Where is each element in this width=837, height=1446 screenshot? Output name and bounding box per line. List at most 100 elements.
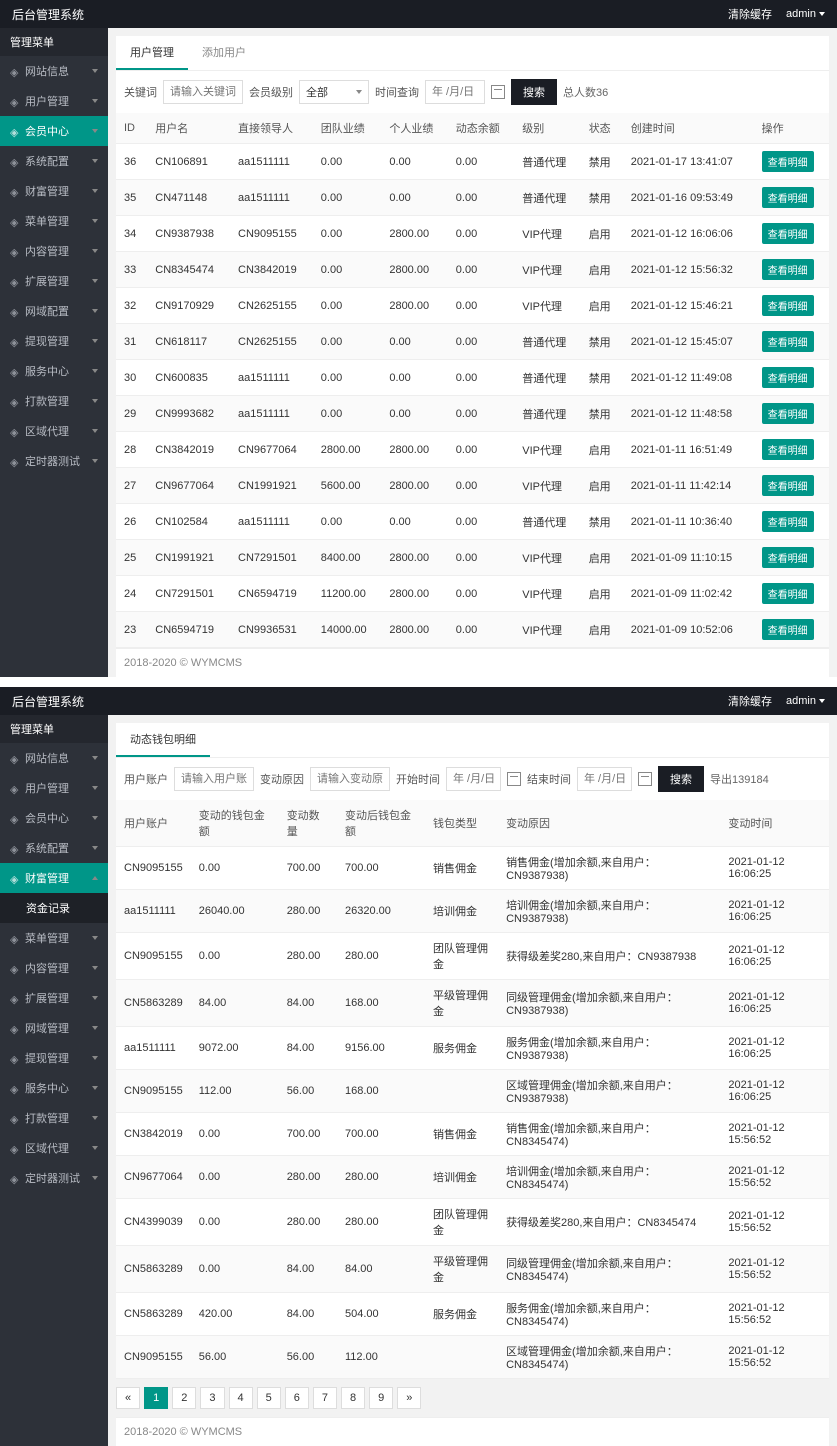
sidebar-item[interactable]: ◈内容管理 xyxy=(0,953,108,983)
view-detail-button[interactable]: 查看明细 xyxy=(762,439,814,460)
cell: 2021-01-12 15:56:32 xyxy=(623,252,754,288)
date-input[interactable] xyxy=(425,80,485,104)
page-button[interactable]: 9 xyxy=(369,1387,393,1409)
chevron-down-icon xyxy=(819,12,825,16)
sidebar-item[interactable]: ◈提现管理 xyxy=(0,326,108,356)
page-button[interactable]: 3 xyxy=(200,1387,224,1409)
sidebar-item-label: 打款管理 xyxy=(25,1110,69,1126)
calendar-icon[interactable] xyxy=(507,772,521,786)
tab[interactable]: 添加用户 xyxy=(188,36,260,70)
view-detail-button[interactable]: 查看明细 xyxy=(762,151,814,172)
sidebar-item[interactable]: ◈内容管理 xyxy=(0,236,108,266)
sidebar-item[interactable]: ◈扩展管理 xyxy=(0,266,108,296)
user-input[interactable] xyxy=(174,767,254,791)
page-button[interactable]: 4 xyxy=(229,1387,253,1409)
calendar-icon[interactable] xyxy=(638,772,652,786)
sidebar-item[interactable]: ◈服务中心 xyxy=(0,1073,108,1103)
page-button[interactable]: 5 xyxy=(257,1387,281,1409)
view-detail-button[interactable]: 查看明细 xyxy=(762,223,814,244)
page-button[interactable]: « xyxy=(116,1387,140,1409)
table-row: 32CN9170929CN26251550.002800.000.00VIP代理… xyxy=(116,288,829,324)
view-detail-button[interactable]: 查看明细 xyxy=(762,331,814,352)
sidebar-item[interactable]: ◈菜单管理 xyxy=(0,923,108,953)
table-row: 24CN7291501CN659471911200.002800.000.00V… xyxy=(116,576,829,612)
page-button[interactable]: 8 xyxy=(341,1387,365,1409)
cell: 27 xyxy=(116,468,147,504)
menu-icon: ◈ xyxy=(10,1143,20,1153)
search-button[interactable]: 搜索 xyxy=(511,79,557,105)
view-detail-button[interactable]: 查看明细 xyxy=(762,187,814,208)
level-label: 会员级别 xyxy=(249,84,293,100)
admin-menu[interactable]: admin xyxy=(786,695,825,707)
sidebar-item[interactable]: ◈网站信息 xyxy=(0,743,108,773)
search-button[interactable]: 搜索 xyxy=(658,766,704,792)
keyword-input[interactable] xyxy=(163,80,243,104)
sidebar-item[interactable]: ◈财富管理 xyxy=(0,176,108,206)
sidebar-item-label: 系统配置 xyxy=(25,840,69,856)
view-detail-button[interactable]: 查看明细 xyxy=(762,511,814,532)
sidebar-item[interactable]: ◈系统配置 xyxy=(0,833,108,863)
menu-icon: ◈ xyxy=(10,426,20,436)
level-select[interactable]: 全部 xyxy=(299,80,369,104)
chevron-icon xyxy=(92,756,98,760)
view-detail-button[interactable]: 查看明细 xyxy=(762,475,814,496)
chevron-icon xyxy=(92,429,98,433)
sidebar-item[interactable]: ◈菜单管理 xyxy=(0,206,108,236)
view-detail-button[interactable]: 查看明细 xyxy=(762,547,814,568)
clear-cache-link[interactable]: 清除缓存 xyxy=(728,6,772,22)
chevron-icon xyxy=(92,1116,98,1120)
column-header: 操作 xyxy=(754,113,829,144)
menu-icon: ◈ xyxy=(10,783,20,793)
sidebar-item[interactable]: ◈区域代理 xyxy=(0,1133,108,1163)
sidebar-item[interactable]: ◈会员中心 xyxy=(0,116,108,146)
sidebar-item[interactable]: ◈财富管理 xyxy=(0,863,108,893)
reason-input[interactable] xyxy=(310,767,390,791)
cell: 2800.00 xyxy=(381,540,447,576)
view-detail-button[interactable]: 查看明细 xyxy=(762,367,814,388)
tab-wallet-detail[interactable]: 动态钱包明细 xyxy=(116,723,210,757)
start-date-input[interactable] xyxy=(446,767,501,791)
chevron-icon xyxy=(92,129,98,133)
cell: aa1511111 xyxy=(230,504,313,540)
cell: 84.00 xyxy=(279,1293,337,1336)
cell: 2800.00 xyxy=(381,612,447,648)
view-detail-button[interactable]: 查看明细 xyxy=(762,583,814,604)
table-row: CN90951550.00280.00280.00团队管理佣金获得级差奖280,… xyxy=(116,933,829,980)
sidebar-item[interactable]: ◈打款管理 xyxy=(0,1103,108,1133)
sidebar-sub-item[interactable]: 资金记录 xyxy=(0,893,108,923)
sidebar-item[interactable]: ◈区域代理 xyxy=(0,416,108,446)
sidebar-item[interactable]: ◈服务中心 xyxy=(0,356,108,386)
end-date-input[interactable] xyxy=(577,767,632,791)
view-detail-button[interactable]: 查看明细 xyxy=(762,619,814,640)
sidebar-item-label: 系统配置 xyxy=(25,153,69,169)
page-button[interactable]: 6 xyxy=(285,1387,309,1409)
sidebar-item[interactable]: ◈网域管理 xyxy=(0,1013,108,1043)
tab[interactable]: 用户管理 xyxy=(116,36,188,70)
page-button[interactable]: 7 xyxy=(313,1387,337,1409)
cell: 启用 xyxy=(581,252,623,288)
sidebar-item[interactable]: ◈定时器测试 xyxy=(0,446,108,476)
cell: 2021-01-12 11:48:58 xyxy=(623,396,754,432)
cell: VIP代理 xyxy=(514,288,580,324)
view-detail-button[interactable]: 查看明细 xyxy=(762,295,814,316)
view-detail-button[interactable]: 查看明细 xyxy=(762,403,814,424)
sidebar-item[interactable]: ◈扩展管理 xyxy=(0,983,108,1013)
sidebar-item[interactable]: ◈会员中心 xyxy=(0,803,108,833)
page-button[interactable]: 1 xyxy=(144,1387,168,1409)
page-button[interactable]: » xyxy=(397,1387,421,1409)
sidebar-item-label: 用户管理 xyxy=(25,93,69,109)
view-detail-button[interactable]: 查看明细 xyxy=(762,259,814,280)
sidebar-item[interactable]: ◈打款管理 xyxy=(0,386,108,416)
admin-menu[interactable]: admin xyxy=(786,8,825,20)
sidebar-item[interactable]: ◈用户管理 xyxy=(0,773,108,803)
clear-cache-link[interactable]: 清除缓存 xyxy=(728,693,772,709)
sidebar-item[interactable]: ◈网站信息 xyxy=(0,56,108,86)
sidebar-item[interactable]: ◈用户管理 xyxy=(0,86,108,116)
page-button[interactable]: 2 xyxy=(172,1387,196,1409)
calendar-icon[interactable] xyxy=(491,85,505,99)
export-link[interactable]: 导出139184 xyxy=(710,771,769,787)
sidebar-item[interactable]: ◈网域配置 xyxy=(0,296,108,326)
sidebar-item[interactable]: ◈定时器测试 xyxy=(0,1163,108,1193)
sidebar-item[interactable]: ◈提现管理 xyxy=(0,1043,108,1073)
sidebar-item[interactable]: ◈系统配置 xyxy=(0,146,108,176)
